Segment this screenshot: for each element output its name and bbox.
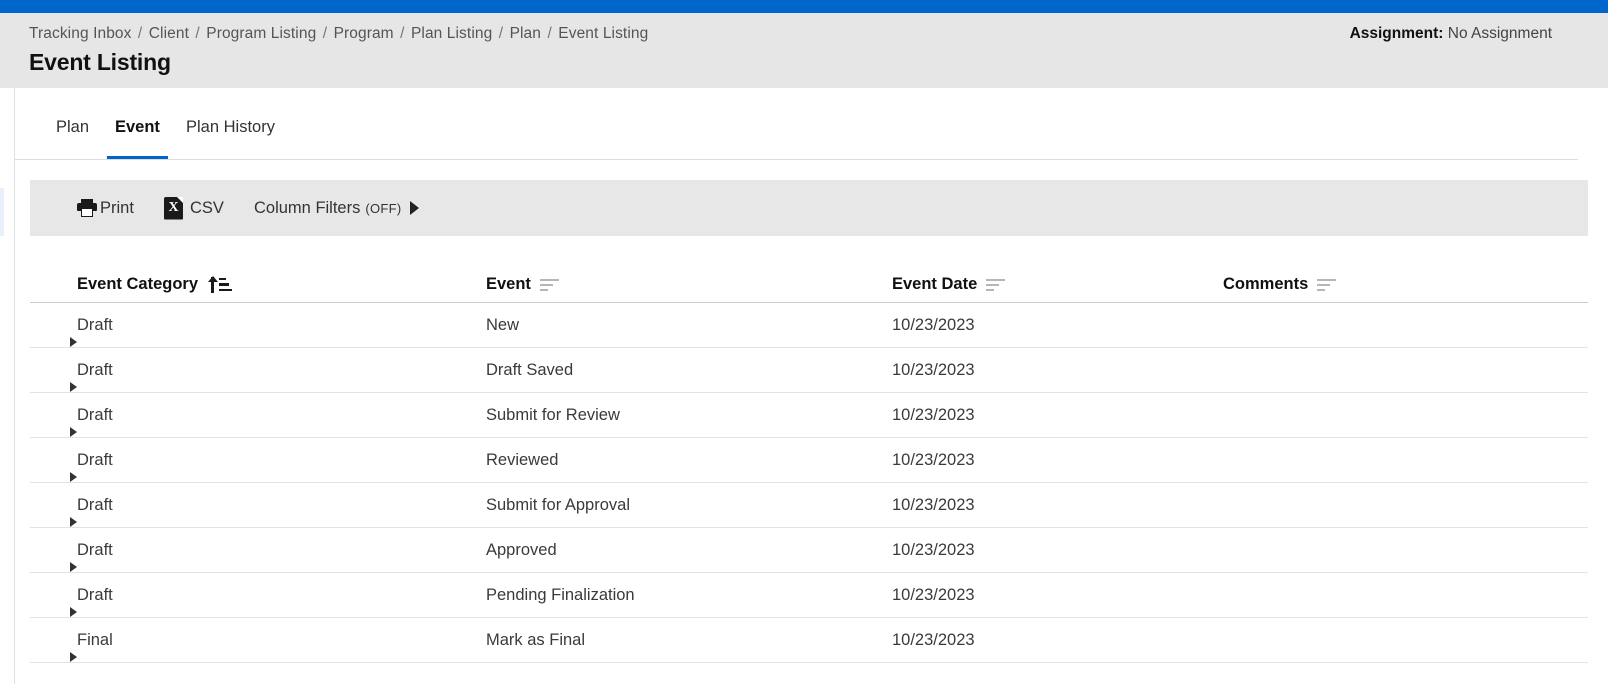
caret-right-icon bbox=[70, 427, 77, 437]
cell-event-category: Final bbox=[77, 631, 113, 649]
column-header-comments[interactable]: Comments bbox=[1223, 275, 1339, 294]
table-row[interactable]: Draft Draft Saved 10/23/2023 bbox=[30, 348, 1588, 393]
table-row[interactable]: Draft New 10/23/2023 bbox=[30, 303, 1588, 348]
sort-icon[interactable] bbox=[539, 278, 562, 292]
sort-icon[interactable] bbox=[1317, 278, 1339, 292]
table-row[interactable]: Final Mark as Final 10/23/2023 bbox=[30, 618, 1588, 663]
column-header-event-label: Event bbox=[486, 275, 531, 293]
breadcrumb-separator: / bbox=[322, 25, 328, 42]
cell-event: Approved bbox=[486, 541, 557, 559]
cell-event-date: 10/23/2023 bbox=[892, 316, 975, 334]
assignment-value: No Assignment bbox=[1447, 25, 1552, 42]
content-area: Plan Event Plan History Print X CSV Colu… bbox=[15, 88, 1593, 684]
caret-right-icon bbox=[70, 607, 77, 617]
printer-icon bbox=[77, 199, 97, 217]
caret-right-icon bbox=[70, 517, 77, 527]
cell-event-category: Draft bbox=[77, 406, 113, 424]
breadcrumb-item-client[interactable]: Client bbox=[149, 25, 189, 42]
cell-event-category: Draft bbox=[77, 316, 113, 334]
excel-file-icon-glyph: X bbox=[168, 199, 179, 215]
column-filters-toggle[interactable]: Column Filters (OFF) bbox=[254, 180, 419, 236]
caret-right-icon[interactable] bbox=[409, 201, 419, 215]
breadcrumb-item-program[interactable]: Program bbox=[334, 25, 394, 42]
column-filters-label: Column Filters bbox=[254, 198, 361, 217]
cell-event: Reviewed bbox=[486, 451, 559, 469]
left-edge-panel-sliver bbox=[0, 188, 4, 236]
event-listing-table: Event Category Event Event Date Comments… bbox=[30, 256, 1588, 663]
caret-right-icon bbox=[70, 472, 77, 482]
cell-event: Submit for Approval bbox=[486, 496, 630, 514]
sort-icon[interactable] bbox=[986, 278, 1008, 292]
cell-event: Draft Saved bbox=[486, 361, 574, 379]
page-title: Event Listing bbox=[29, 49, 171, 75]
breadcrumb-item-tracking-inbox[interactable]: Tracking Inbox bbox=[29, 25, 131, 42]
breadcrumb-separator: / bbox=[547, 25, 552, 42]
column-header-event-date-label: Event Date bbox=[892, 275, 978, 293]
tab-event[interactable]: Event bbox=[107, 104, 168, 159]
table-row[interactable]: Draft Approved 10/23/2023 bbox=[30, 528, 1588, 573]
table-toolbar: Print X CSV Column Filters (OFF) bbox=[30, 180, 1588, 236]
print-button-label: Print bbox=[100, 198, 134, 217]
breadcrumb-separator: / bbox=[400, 25, 405, 42]
caret-right-icon bbox=[70, 337, 77, 347]
sort-ascending-icon[interactable] bbox=[207, 275, 233, 294]
csv-export-button-label: CSV bbox=[190, 198, 224, 217]
cell-event-category: Draft bbox=[77, 451, 113, 469]
table-row[interactable]: Draft Submit for Review 10/23/2023 bbox=[30, 393, 1588, 438]
breadcrumb-separator: / bbox=[498, 25, 504, 42]
breadcrumb-item-plan-listing[interactable]: Plan Listing bbox=[411, 25, 492, 42]
cell-event-category: Draft bbox=[77, 361, 113, 379]
tab-plan[interactable]: Plan bbox=[48, 104, 97, 159]
caret-right-icon bbox=[70, 652, 77, 662]
cell-event: Mark as Final bbox=[486, 631, 586, 649]
caret-right-icon bbox=[70, 562, 77, 572]
breadcrumb-item-event-listing[interactable]: Event Listing bbox=[558, 25, 648, 42]
cell-event-category: Draft bbox=[77, 586, 113, 604]
excel-file-icon: X bbox=[164, 196, 183, 220]
cell-event-date: 10/23/2023 bbox=[892, 496, 975, 514]
cell-event-date: 10/23/2023 bbox=[892, 541, 975, 559]
page-header: Tracking Inbox / Client / Program Listin… bbox=[0, 13, 1608, 88]
tab-bar: Plan Event Plan History bbox=[15, 104, 1578, 160]
breadcrumb-item-program-listing[interactable]: Program Listing bbox=[206, 25, 316, 42]
print-button[interactable]: Print bbox=[77, 180, 134, 236]
cell-event-category: Draft bbox=[77, 541, 113, 559]
column-header-event-category-label: Event Category bbox=[77, 275, 199, 293]
breadcrumb-separator: / bbox=[137, 25, 143, 42]
csv-export-button[interactable]: X CSV bbox=[164, 180, 224, 236]
assignment-status: Assignment: No Assignment bbox=[1350, 25, 1552, 43]
cell-event: New bbox=[486, 316, 520, 334]
top-accent-bar bbox=[0, 0, 1608, 13]
table-row[interactable]: Draft Pending Finalization 10/23/2023 bbox=[30, 573, 1588, 618]
cell-event-date: 10/23/2023 bbox=[892, 406, 975, 424]
table-row[interactable]: Draft Reviewed 10/23/2023 bbox=[30, 438, 1588, 483]
caret-right-icon bbox=[70, 382, 77, 392]
cell-event: Pending Finalization bbox=[486, 586, 635, 604]
cell-event: Submit for Review bbox=[486, 406, 620, 424]
table-row[interactable]: Draft Submit for Approval 10/23/2023 bbox=[30, 483, 1588, 528]
app-window: Tracking Inbox / Client / Program Listin… bbox=[0, 0, 1608, 684]
column-header-event[interactable]: Event bbox=[486, 275, 562, 294]
breadcrumb-separator: / bbox=[195, 25, 200, 42]
cell-event-date: 10/23/2023 bbox=[892, 361, 975, 379]
column-filters-state: (OFF) bbox=[365, 200, 402, 216]
cell-event-category: Draft bbox=[77, 496, 113, 514]
column-header-event-date[interactable]: Event Date bbox=[892, 275, 1008, 294]
breadcrumb-item-plan[interactable]: Plan bbox=[510, 25, 541, 42]
tab-plan-history[interactable]: Plan History bbox=[178, 104, 283, 159]
column-header-event-category[interactable]: Event Category bbox=[77, 275, 233, 294]
breadcrumb: Tracking Inbox / Client / Program Listin… bbox=[29, 25, 648, 43]
column-header-comments-label: Comments bbox=[1223, 275, 1309, 293]
assignment-label: Assignment: bbox=[1349, 25, 1444, 42]
cell-event-date: 10/23/2023 bbox=[892, 586, 975, 604]
cell-event-date: 10/23/2023 bbox=[892, 451, 975, 469]
cell-event-date: 10/23/2023 bbox=[892, 631, 975, 649]
table-header-row: Event Category Event Event Date Comments bbox=[30, 256, 1588, 303]
